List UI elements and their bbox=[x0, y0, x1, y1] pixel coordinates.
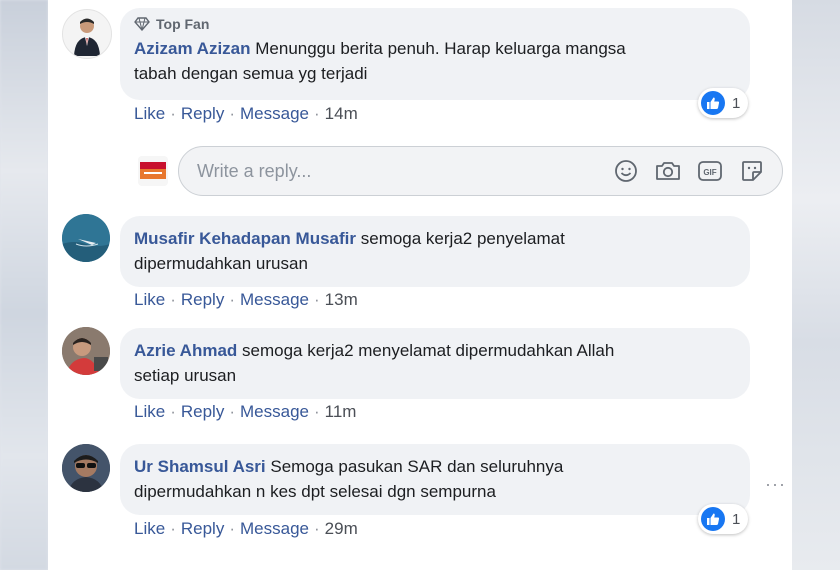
like-link[interactable]: Like bbox=[134, 402, 165, 422]
timestamp[interactable]: 11m bbox=[325, 402, 357, 422]
background-right bbox=[792, 0, 840, 570]
separator: · bbox=[170, 104, 176, 123]
comment-actions: Like · Reply · Message · 29m bbox=[134, 519, 358, 539]
comment-author[interactable]: Azizam Azizan bbox=[134, 39, 251, 58]
comment-author[interactable]: Azrie Ahmad bbox=[134, 341, 237, 360]
timestamp[interactable]: 29m bbox=[325, 519, 358, 539]
emoji-icon[interactable] bbox=[612, 157, 640, 185]
message-link[interactable]: Message bbox=[240, 519, 309, 539]
person-sunglasses-icon bbox=[62, 444, 110, 492]
comment-bubble: Top Fan Azizam Azizan Menunggu berita pe… bbox=[120, 8, 750, 100]
sticker-icon[interactable] bbox=[738, 157, 766, 185]
avatar[interactable] bbox=[62, 214, 110, 262]
diamond-icon bbox=[134, 17, 150, 31]
more-options-icon[interactable]: ··· bbox=[765, 474, 786, 495]
comment-text: Menunggu berita penuh. Harap keluarga ma… bbox=[255, 39, 626, 58]
ocean-boat-icon bbox=[62, 214, 110, 262]
message-link[interactable]: Message bbox=[240, 104, 309, 124]
like-icon bbox=[701, 507, 725, 531]
separator: · bbox=[313, 104, 320, 123]
comment-actions: Like · Reply · Message · 14m bbox=[134, 104, 358, 124]
comment-bubble: Azrie Ahmad semoga kerja2 menyelamat dip… bbox=[120, 328, 750, 399]
comment-author[interactable]: Musafir Kehadapan Musafir bbox=[134, 229, 356, 248]
comment-text: dipermudahkan urusan bbox=[134, 254, 308, 273]
avatar[interactable] bbox=[62, 9, 112, 59]
separator: · bbox=[313, 402, 320, 421]
like-icon bbox=[701, 91, 725, 115]
background-left bbox=[0, 0, 48, 570]
reaction-count[interactable]: 1 bbox=[698, 88, 749, 118]
reply-link[interactable]: Reply bbox=[181, 402, 224, 422]
reaction-count[interactable]: 1 bbox=[698, 504, 749, 534]
separator: · bbox=[229, 519, 235, 538]
like-link[interactable]: Like bbox=[134, 290, 165, 310]
separator: · bbox=[229, 290, 235, 309]
comment-text: Semoga pasukan SAR dan seluruhnya bbox=[270, 457, 564, 476]
separator: · bbox=[170, 402, 176, 421]
reply-link[interactable]: Reply bbox=[181, 519, 224, 539]
message-link[interactable]: Message bbox=[240, 402, 309, 422]
comment-text: dipermudahkan n kes dpt selesai dgn semp… bbox=[134, 482, 496, 501]
timestamp[interactable]: 13m bbox=[325, 290, 358, 310]
person-suit-icon bbox=[74, 18, 100, 56]
avatar[interactable] bbox=[62, 327, 110, 375]
page-logo-icon bbox=[140, 162, 166, 179]
comment-actions: Like · Reply · Message · 11m bbox=[134, 402, 356, 422]
message-link[interactable]: Message bbox=[240, 290, 309, 310]
separator: · bbox=[313, 290, 320, 309]
like-link[interactable]: Like bbox=[134, 519, 165, 539]
badge-label: Top Fan bbox=[156, 16, 210, 32]
comment-text: semoga kerja2 penyelamat bbox=[360, 229, 565, 248]
separator: · bbox=[170, 290, 176, 309]
timestamp[interactable]: 14m bbox=[325, 104, 358, 124]
separator: · bbox=[170, 519, 176, 538]
gif-label: GIF bbox=[703, 168, 716, 177]
comment-actions: Like · Reply · Message · 13m bbox=[134, 290, 358, 310]
separator: · bbox=[229, 104, 235, 123]
comment-bubble: Musafir Kehadapan Musafir semoga kerja2 … bbox=[120, 216, 750, 287]
comment-text: tabah dengan semua yg terjadi bbox=[134, 64, 368, 83]
separator: · bbox=[313, 519, 320, 538]
top-fan-badge: Top Fan bbox=[134, 12, 736, 36]
reply-box: GIF bbox=[178, 146, 783, 196]
reply-input[interactable] bbox=[179, 159, 612, 183]
person-photo-icon bbox=[62, 327, 110, 375]
gif-icon[interactable]: GIF bbox=[696, 157, 724, 185]
reaction-number: 1 bbox=[732, 94, 741, 112]
comment-author[interactable]: Ur Shamsul Asri bbox=[134, 457, 266, 476]
like-link[interactable]: Like bbox=[134, 104, 165, 124]
reply-link[interactable]: Reply bbox=[181, 104, 224, 124]
reply-link[interactable]: Reply bbox=[181, 290, 224, 310]
avatar[interactable] bbox=[62, 444, 110, 492]
separator: · bbox=[229, 402, 235, 421]
reaction-number: 1 bbox=[732, 510, 741, 528]
comment-text: semoga kerja2 menyelamat dipermudahkan A… bbox=[242, 341, 615, 360]
comment-text: setiap urusan bbox=[134, 366, 237, 385]
reply-avatar bbox=[138, 156, 168, 186]
camera-icon[interactable] bbox=[654, 157, 682, 185]
comment-bubble: Ur Shamsul Asri Semoga pasukan SAR dan s… bbox=[120, 444, 750, 515]
